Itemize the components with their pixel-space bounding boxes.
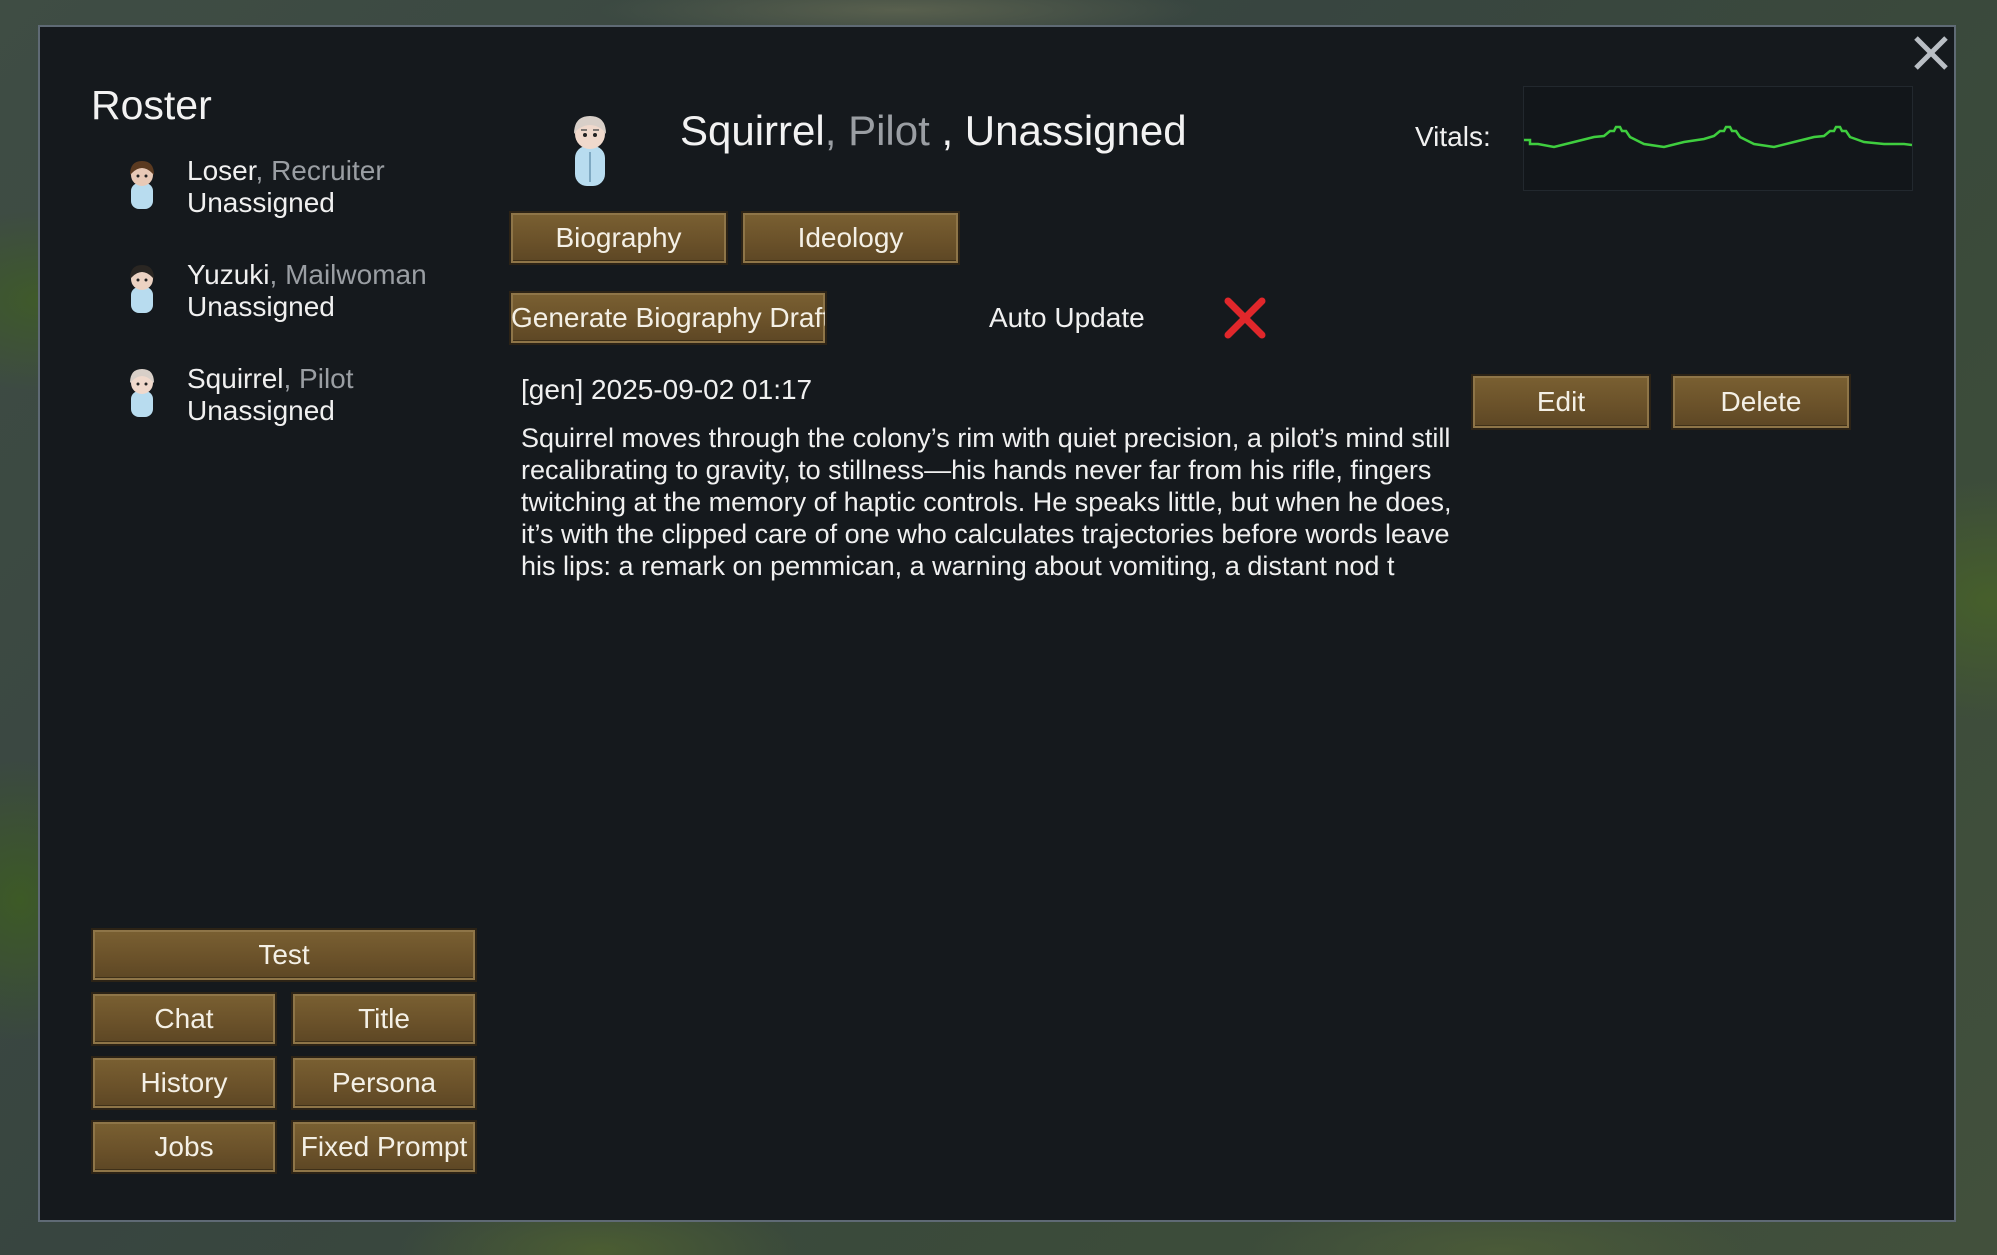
title-button[interactable]: Title xyxy=(291,992,477,1046)
auto-update-toggle-icon[interactable] xyxy=(1222,295,1268,341)
persona-button[interactable]: Persona xyxy=(291,1056,477,1110)
selected-pawn-title: Squirrel, Pilot , Unassigned xyxy=(680,107,1187,155)
generate-biography-draft-button[interactable]: Generate Biography Draft xyxy=(509,291,827,345)
vitals-heartbeat-graph xyxy=(1523,86,1913,191)
roster-pawn-name: Squirrel xyxy=(187,363,284,394)
vitals-label: Vitals: xyxy=(1415,121,1491,152)
pawn-avatar-icon xyxy=(130,369,154,417)
selected-pawn-avatar-icon xyxy=(574,116,606,186)
roster-pawn-name: Yuzuki xyxy=(187,259,270,290)
biography-entry-text: Squirrel moves through the colony’s rim … xyxy=(521,423,1452,581)
roster-pawn-status: Unassigned xyxy=(187,395,335,426)
roster-pawn-status: Unassigned xyxy=(187,291,335,322)
tab-biography[interactable]: Biography xyxy=(509,211,728,265)
history-button[interactable]: History xyxy=(91,1056,277,1110)
biography-entry-header: [gen] 2025-09-02 01:17 xyxy=(521,374,813,405)
roster-item-yuzuki[interactable]: Yuzuki, Mailwoman Unassigned xyxy=(107,259,487,339)
roster-pawn-role: Pilot xyxy=(299,363,354,394)
chat-button[interactable]: Chat xyxy=(91,992,277,1046)
pawn-avatar-icon xyxy=(130,265,154,313)
fixed-prompt-button[interactable]: Fixed Prompt xyxy=(291,1120,477,1174)
roster-separator: , xyxy=(255,155,272,186)
selected-pawn-status: Unassigned xyxy=(964,107,1187,154)
roster-pawn-name: Loser xyxy=(187,155,256,186)
auto-update-label: Auto Update xyxy=(989,302,1145,333)
close-icon[interactable] xyxy=(1911,33,1951,73)
edit-button[interactable]: Edit xyxy=(1471,374,1651,430)
roster-title: Roster xyxy=(91,82,212,128)
header-separator: , xyxy=(929,107,965,154)
selected-pawn-name: Squirrel xyxy=(680,107,825,154)
roster-separator: , xyxy=(283,363,300,394)
header-separator: , xyxy=(824,107,849,154)
roster-item-squirrel[interactable]: Squirrel, Pilot Unassigned xyxy=(107,363,487,443)
roster-pawn-role: Recruiter xyxy=(271,155,385,186)
selected-pawn-role: Pilot xyxy=(848,107,930,154)
roster-pawn-role: Mailwoman xyxy=(285,259,427,290)
delete-button[interactable]: Delete xyxy=(1671,374,1851,430)
pawn-avatar-icon xyxy=(130,161,154,209)
character-window: Roster Loser, Recruiter Unassigned Yuzuk… xyxy=(38,25,1956,1222)
test-button[interactable]: Test xyxy=(91,928,477,982)
jobs-button[interactable]: Jobs xyxy=(91,1120,277,1174)
roster-item-loser[interactable]: Loser, Recruiter Unassigned xyxy=(107,155,487,235)
roster-pawn-status: Unassigned xyxy=(187,187,335,218)
tab-ideology[interactable]: Ideology xyxy=(741,211,960,265)
roster-separator: , xyxy=(269,259,286,290)
